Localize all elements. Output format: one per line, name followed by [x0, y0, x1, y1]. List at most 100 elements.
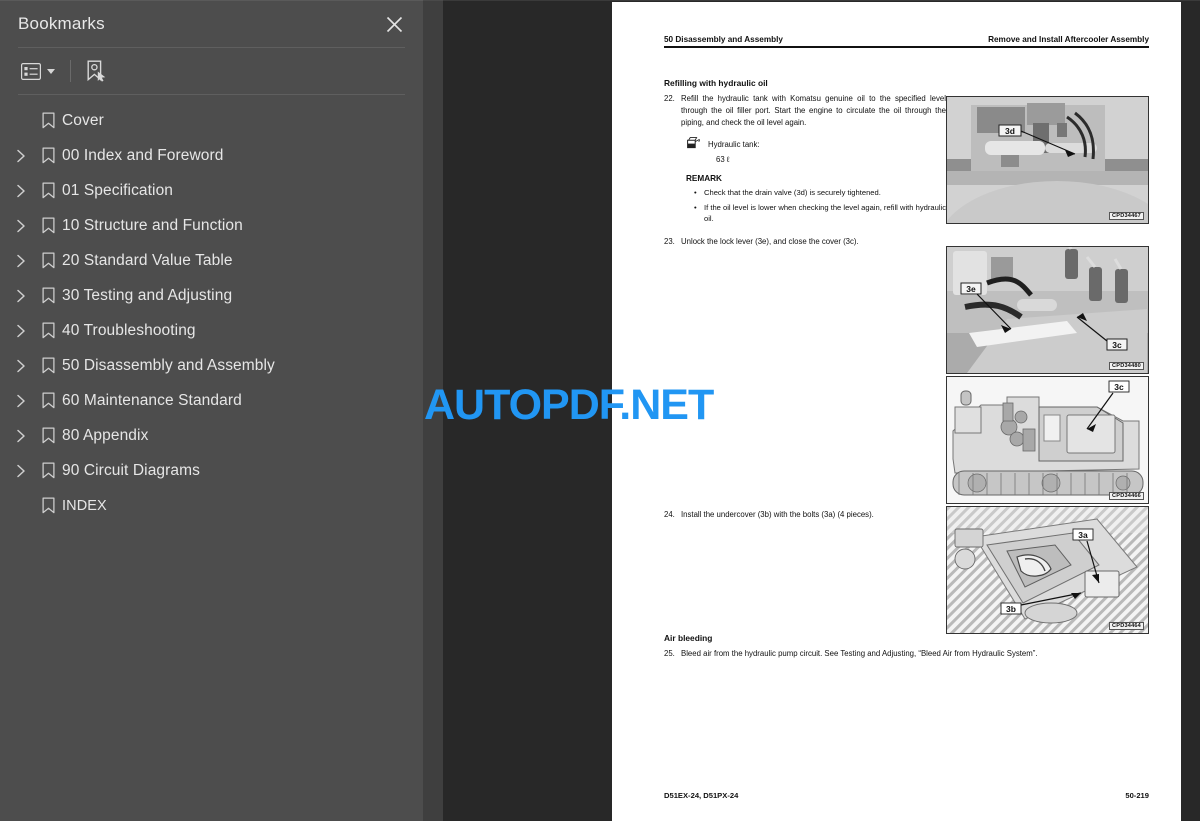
chevron-right-icon[interactable]: [8, 318, 34, 344]
bookmark-item-label: 90 Circuit Diagrams: [62, 461, 200, 479]
chevron-right-icon[interactable]: [8, 248, 34, 274]
close-icon[interactable]: [381, 11, 407, 37]
bookmark-item[interactable]: 01 Specification: [0, 173, 423, 208]
figure-caption: CPD34480: [1109, 362, 1144, 370]
svg-text:3d: 3d: [1005, 126, 1015, 136]
remark-bullets: • Check that the drain valve (3d) is sec…: [694, 187, 946, 224]
bookmark-item[interactable]: 30 Testing and Adjusting: [0, 278, 423, 313]
panel-resize-handle[interactable]: [423, 0, 443, 821]
pdf-viewer-window: Bookmarks Cover 00 Index and Foreword 01…: [0, 0, 1200, 821]
section-heading-air-bleeding: Air bleeding: [664, 633, 713, 643]
spec-hydraulic-tank: Hydraulic tank:: [686, 136, 946, 153]
bookmark-item[interactable]: 40 Troubleshooting: [0, 313, 423, 348]
figure-caption: CPD34464: [1109, 622, 1144, 630]
chevron-right-icon[interactable]: [8, 143, 34, 169]
bullet-dot-icon: •: [694, 188, 697, 198]
svg-text:3c: 3c: [1112, 340, 1122, 350]
bookmark-item-label: 80 Appendix: [62, 426, 149, 444]
bookmark-item[interactable]: Cover: [0, 103, 423, 138]
bullet-dot-icon: •: [694, 202, 697, 212]
bookmark-item[interactable]: INDEX: [0, 488, 423, 523]
bookmark-item-label: INDEX: [62, 497, 107, 514]
step-23-number: 23.: [664, 237, 675, 247]
oil-fill-icon: [686, 136, 701, 153]
chevron-right-icon[interactable]: [8, 388, 34, 414]
spec-value: 63 ℓ: [716, 155, 730, 165]
document-viewport[interactable]: 50 Disassembly and Assembly Remove and I…: [443, 0, 1200, 821]
bookmark-icon: [34, 287, 62, 304]
remark-bullet: • If the oil level is lower when checkin…: [694, 202, 946, 225]
remark-heading: REMARK: [686, 174, 722, 184]
svg-text:3c: 3c: [1114, 382, 1124, 392]
chevron-right-icon[interactable]: [8, 283, 34, 309]
list-options-icon[interactable]: [18, 56, 58, 86]
step-22-number: 22.: [664, 94, 675, 103]
step-23-text: Unlock the lock lever (3e), and close th…: [681, 237, 859, 247]
bookmarks-toolbar: [0, 48, 423, 94]
step-23: 23. Unlock the lock lever (3e), and clos…: [664, 236, 946, 248]
chevron-right-icon[interactable]: [8, 458, 34, 484]
figure-cpd34466: 3c CPD34466: [946, 376, 1149, 504]
bookmark-item-label: 10 Structure and Function: [62, 216, 243, 234]
bookmark-item[interactable]: 20 Standard Value Table: [0, 243, 423, 278]
bookmark-icon: [34, 497, 62, 514]
bookmark-item-label: 30 Testing and Adjusting: [62, 286, 233, 304]
bookmark-item-label: 60 Maintenance Standard: [62, 391, 242, 409]
bookmark-item[interactable]: 10 Structure and Function: [0, 208, 423, 243]
chevron-right-icon[interactable]: [8, 213, 34, 239]
step-25-text: Bleed air from the hydraulic pump circui…: [681, 649, 1038, 658]
step-24-text: Install the undercover (3b) with the bol…: [681, 510, 874, 519]
bookmark-item[interactable]: 50 Disassembly and Assembly: [0, 348, 423, 383]
running-head-right: Remove and Install Aftercooler Assembly: [988, 35, 1149, 44]
remark-bullet-text: If the oil level is lower when checking …: [704, 202, 946, 224]
chevron-down-icon: [47, 68, 55, 74]
bookmark-item-label: Cover: [62, 111, 104, 129]
bookmarks-panel: Bookmarks Cover 00 Index and Foreword 01…: [0, 0, 423, 821]
footer-model: D51EX-24, D51PX-24: [664, 791, 739, 800]
section-heading-refilling: Refilling with hydraulic oil: [664, 78, 768, 88]
bookmark-icon: [34, 357, 62, 374]
svg-text:3a: 3a: [1078, 530, 1088, 540]
bookmark-item[interactable]: 80 Appendix: [0, 418, 423, 453]
step-25: 25. Bleed air from the hydraulic pump ci…: [664, 648, 1154, 660]
bookmark-pointer-icon[interactable]: [83, 56, 110, 86]
bookmark-icon: [34, 112, 62, 129]
chevron-right-icon[interactable]: [8, 423, 34, 449]
svg-text:3b: 3b: [1006, 604, 1016, 614]
bookmark-icon: [34, 147, 62, 164]
pdf-page: 50 Disassembly and Assembly Remove and I…: [612, 2, 1181, 821]
figure-cpd34464: 3a 3b CPD34464: [946, 506, 1149, 634]
bookmark-item[interactable]: 90 Circuit Diagrams: [0, 453, 423, 488]
bookmark-item-label: 00 Index and Foreword: [62, 146, 224, 164]
step-22: 22. Refill the hydraulic tank with Komat…: [664, 93, 946, 129]
step-25-number: 25.: [664, 649, 675, 658]
step-22-text: Refill the hydraulic tank with Komatsu g…: [681, 94, 946, 128]
running-head: 50 Disassembly and Assembly Remove and I…: [664, 35, 1149, 46]
chevron-right-icon[interactable]: [8, 353, 34, 379]
figure-cpd34480: 3e 3c CPD34480: [946, 246, 1149, 374]
bookmark-icon: [34, 322, 62, 339]
page-content: 50 Disassembly and Assembly Remove and I…: [664, 35, 1149, 800]
figure-caption: CPD34467: [1109, 212, 1144, 220]
bookmark-item-label: 50 Disassembly and Assembly: [62, 356, 275, 374]
spec-label: Hydraulic tank:: [708, 140, 760, 150]
page-number: 50-219: [1125, 791, 1149, 800]
bookmark-item[interactable]: 00 Index and Foreword: [0, 138, 423, 173]
bookmark-list[interactable]: Cover 00 Index and Foreword 01 Specificati…: [0, 95, 423, 821]
bookmark-icon: [34, 427, 62, 444]
bookmark-icon: [34, 392, 62, 409]
toolbar-separator: [70, 60, 71, 82]
chevron-right-icon[interactable]: [8, 178, 34, 204]
step-24-number: 24.: [664, 510, 675, 519]
remark-bullet-text: Check that the drain valve (3d) is secur…: [704, 188, 881, 198]
running-head-rule: [664, 46, 1149, 48]
figure-caption: CPD34466: [1109, 492, 1144, 500]
air-bleeding-block: Air bleeding 25. Bleed air from the hydr…: [664, 633, 1154, 660]
bookmark-icon: [34, 462, 62, 479]
bookmark-item-label: 20 Standard Value Table: [62, 251, 233, 269]
remark-bullet: • Check that the drain valve (3d) is sec…: [694, 187, 946, 198]
running-head-left: 50 Disassembly and Assembly: [664, 35, 783, 44]
bookmarks-panel-header: Bookmarks: [0, 1, 423, 47]
page-footer: D51EX-24, D51PX-24 50-219: [664, 791, 1149, 800]
bookmark-item[interactable]: 60 Maintenance Standard: [0, 383, 423, 418]
